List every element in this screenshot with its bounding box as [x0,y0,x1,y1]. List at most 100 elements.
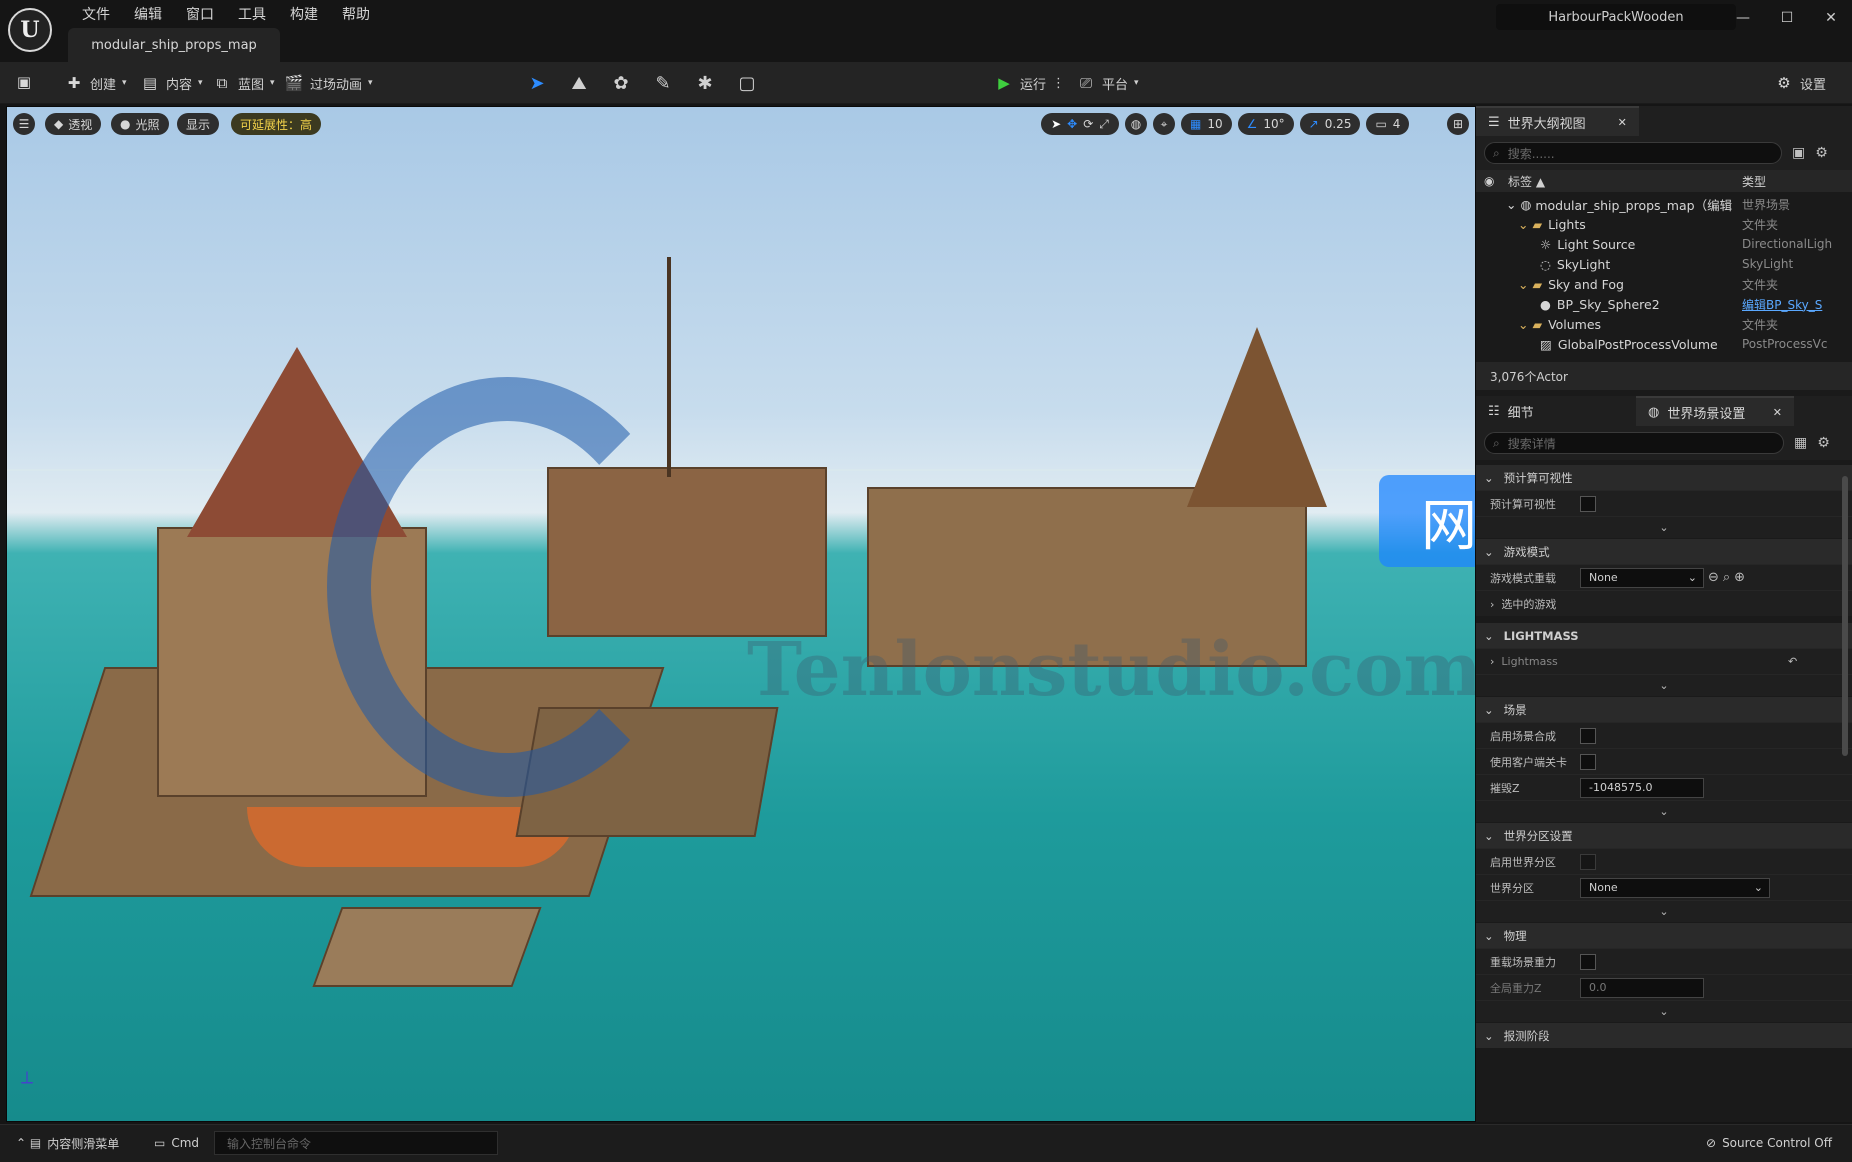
cmd-button[interactable]: ▭ Cmd [154,1130,199,1156]
mesh-paint-mode-icon[interactable]: ✎ [652,72,674,94]
section-world[interactable]: ⌄ 场景 [1476,696,1852,722]
game-mode-dropdown[interactable]: None ⌄ [1580,567,1704,588]
content-button[interactable]: ▤ 内容 ▾ [140,70,203,96]
play-icon: ▶ [998,74,1010,92]
transform-tools[interactable]: ➤ ✥ ⟳ ⤢ [1041,113,1119,135]
landscape-mode-icon[interactable]: ⛰ [568,72,590,94]
prop-precomputed-visibility: 预计算可视性 [1476,490,1852,516]
foliage-mode-icon[interactable]: ✿ [610,72,632,94]
show-button[interactable]: 显示 [177,113,220,135]
scalability-button[interactable]: 可延展性：高 [231,113,322,135]
details-tab[interactable]: ☷ 细节 [1476,402,1636,421]
tree-item[interactable]: ⌄ ▰ Sky and Fog 文件夹 [1476,274,1852,294]
outliner-settings-icon[interactable]: ⚙ [1815,145,1828,161]
source-control-icon: ⊘ [1706,1136,1717,1150]
section-physics[interactable]: ⌄ 物理 [1476,922,1852,948]
rotation-snap-button[interactable]: ∠ 10° [1237,113,1294,135]
tree-item[interactable]: ⌄ ▰ Lights 文件夹 [1476,214,1852,234]
settings-button[interactable]: ⚙ 设置 [1774,70,1826,96]
save-icon[interactable]: ▣ [14,72,34,92]
map-tab[interactable]: modular_ship_props_map [68,28,280,62]
tree-item[interactable]: ⌄ ◍ modular_ship_props_map（编辑 世界场景 [1476,194,1852,214]
scale-snap-button[interactable]: ↗ 0.25 [1299,113,1361,135]
section-broadphase[interactable]: ⌄ 报测阶段 [1476,1022,1852,1048]
kill-z-input[interactable]: -1048575.0 [1580,777,1704,798]
close-button[interactable]: ✕ [1816,6,1846,30]
checkbox[interactable] [1580,727,1596,744]
prop-selected-game[interactable]: › 选中的游戏 [1476,590,1852,616]
clapper-icon: 🎬 [284,74,304,92]
details-search-input[interactable]: ⌕ 搜索详情 [1484,432,1784,454]
sphere-icon: ● [120,117,131,131]
cinematics-button[interactable]: 🎬 过场动画 ▾ [284,70,373,96]
checkbox[interactable] [1580,495,1596,512]
maximize-button[interactable]: ☐ [1772,6,1802,30]
browse-icons[interactable]: ⊖⌕⊕ [1708,570,1749,585]
menu-edit[interactable]: 编辑 [122,6,174,24]
tree-item[interactable]: ⌄ ▰ Volumes 文件夹 [1476,314,1852,334]
expand-arrow-icon[interactable]: ⌄ [1476,900,1852,922]
grid-snap-button[interactable]: ▦ 10 [1181,113,1232,135]
details-scrollbar[interactable] [1842,476,1848,756]
menu-window[interactable]: 窗口 [174,6,226,24]
section-world-partition[interactable]: ⌄ 世界分区设置 [1476,822,1852,848]
checkbox[interactable] [1580,753,1596,770]
tree-item[interactable]: ● BP_Sky_Sphere2 编辑BP_Sky_S [1476,294,1852,314]
expand-arrow-icon[interactable]: ⌄ [1476,516,1852,538]
expand-arrow-icon[interactable]: ⌄ [1476,674,1852,696]
prop-lightmass[interactable]: › Lightmass ↶ [1476,648,1852,674]
console-input[interactable]: 输入控制台命令 [214,1131,498,1155]
eye-icon[interactable]: ◉ [1484,174,1494,188]
blueprint-icon: ⧉ [216,74,228,92]
globe-icon: ◍ [1648,404,1660,420]
viewport-layout-icon[interactable]: ⊞ [1447,113,1469,135]
tree-item[interactable]: ☼ Light Source DirectionalLigh [1476,234,1852,254]
source-control-button[interactable]: ⊘ Source Control Off [1706,1130,1832,1156]
table-view-icon[interactable]: ▦ [1794,435,1807,451]
expand-arrow-icon[interactable]: ⌄ [1476,800,1852,822]
world-space-icon[interactable]: ◍ [1125,113,1147,135]
tree-item[interactable]: ▨ GlobalPostProcessVolume PostProcessVc [1476,334,1852,354]
viewport-menu-icon[interactable]: ☰ [13,113,35,135]
lighting-button[interactable]: ● 光照 [111,113,169,135]
blueprint-button[interactable]: ⧉ 蓝图 ▾ [212,70,275,96]
platform-button[interactable]: ⎚ 平台 ▾ [1076,70,1139,96]
minimize-button[interactable]: — [1728,6,1758,30]
modeling-mode-icon[interactable]: ▢ [736,72,758,94]
checkbox[interactable] [1580,853,1596,870]
add-folder-icon[interactable]: ▣ [1792,145,1805,161]
col-type-header[interactable]: 类型 [1742,173,1766,190]
section-game-mode[interactable]: ⌄ 游戏模式 [1476,538,1852,564]
menu-build[interactable]: 构建 [278,6,330,24]
perspective-button[interactable]: ◆ 透视 [45,113,102,135]
close-tab-icon[interactable]: ✕ [1773,406,1782,419]
fracture-mode-icon[interactable]: ✱ [694,72,716,94]
outliner-icon: ☰ [1488,114,1500,130]
play-button[interactable]: ▶ 运行 ⋮ [994,70,1065,96]
select-mode-icon[interactable]: ➤ [526,72,548,94]
world-settings-tab[interactable]: ◍ 世界场景设置 ✕ [1636,396,1794,426]
gravity-input[interactable]: 0.0 [1580,977,1704,998]
close-tab-icon[interactable]: ✕ [1618,116,1627,129]
outliner-search-input[interactable]: ⌕ 搜索...... [1484,142,1782,164]
level-viewport[interactable]: 网站 Tenlonstudio.com ☰ ◆透视 ●光照 显示 可延展性：高 … [6,106,1476,1122]
checkbox[interactable] [1580,953,1596,970]
surface-snap-icon[interactable]: ⌖ [1153,113,1175,135]
section-lightmass[interactable]: ⌄ LIGHTMASS [1476,622,1852,648]
world-partition-dropdown[interactable]: None ⌄ [1580,877,1770,898]
tree-item[interactable]: ◌ SkyLight SkyLight [1476,254,1852,274]
details-settings-icon[interactable]: ⚙ [1817,435,1830,451]
menu-file[interactable]: 文件 [70,6,122,24]
camera-speed-button[interactable]: ▭ 4 [1366,113,1410,135]
expand-arrow-icon[interactable]: ⌄ [1476,1000,1852,1022]
content-drawer-button[interactable]: ⌃ ▤ 内容侧滑菜单 [16,1130,119,1156]
axis-gizmo-icon: ⟂ [21,1067,34,1088]
outliner-tab[interactable]: ☰ 世界大纲视图 ✕ [1476,106,1639,136]
section-precomputed-visibility[interactable]: ⌄ 预计算可视性 [1476,464,1852,490]
reset-icon[interactable]: ↶ [1788,655,1797,668]
menu-help[interactable]: 帮助 [330,6,382,24]
col-label-header[interactable]: 标签 ▲ [1508,173,1545,190]
menu-tools[interactable]: 工具 [226,6,278,24]
create-button[interactable]: ✚ 创建 ▾ [64,70,127,96]
unreal-logo-icon[interactable]: U [8,8,52,52]
